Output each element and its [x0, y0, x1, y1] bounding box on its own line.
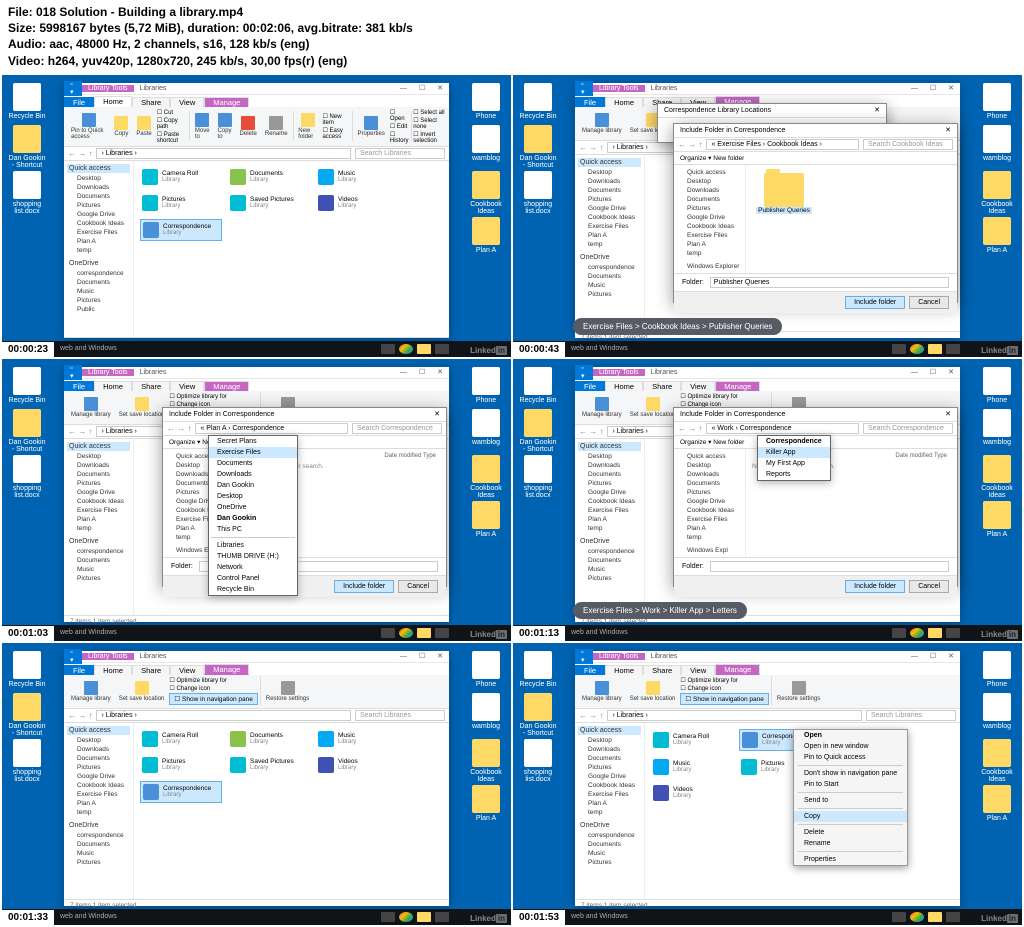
pin-button[interactable]: Pin to Quick access [68, 113, 109, 140]
tab-file[interactable]: File [64, 97, 94, 107]
max-button[interactable]: ☐ [413, 84, 431, 92]
close-icon[interactable]: ✕ [874, 106, 880, 114]
breadcrumb-dropdown[interactable]: CorrespondenceKiller App My First AppRep… [757, 435, 831, 481]
onedrive[interactable]: OneDrive [67, 259, 130, 268]
ribbon-tabs: File Home Share View Manage [64, 95, 449, 107]
path-tooltip: Exercise Files > Cookbook Ideas > Publis… [573, 318, 782, 335]
breadcrumb-dropdown[interactable]: Secret PlansExercise FilesDocuments Down… [208, 435, 298, 596]
quick-access[interactable]: Quick access [67, 164, 130, 173]
phone-icon[interactable]: Phone [467, 83, 505, 120]
paste-button[interactable]: Paste [133, 116, 154, 137]
close-icon[interactable]: ✕ [945, 126, 951, 134]
timestamp: 00:00:23 [2, 342, 54, 357]
frame-1: Recycle Bin Dan Gookin - Shortcut shoppi… [2, 75, 511, 357]
nav-sidebar: Quick access Desktop Downloads Documents… [64, 161, 134, 337]
sidebar-item[interactable]: Desktop [67, 174, 130, 183]
ribbon-home: Pin to Quick access Copy Paste CutCopy p… [64, 107, 449, 147]
context-menu[interactable]: OpenOpen in new windowPin to Quick acces… [793, 729, 908, 866]
file-info: File: 018 Solution - Building a library.… [0, 0, 1024, 73]
frame-5: Recycle Bin Dan Gookin - Shortcut shoppi… [2, 643, 511, 925]
include-folder-dialog: Include Folder in Correspondence✕ ← → ↑«… [673, 123, 958, 303]
min-button[interactable]: — [394, 85, 413, 92]
nav-back[interactable]: ← → ↑ [68, 149, 92, 158]
close-button[interactable]: ✕ [431, 84, 449, 92]
include-folder-button[interactable]: Include folder [845, 296, 905, 309]
content-pane[interactable]: Camera RollLibrary DocumentsLibrary Musi… [134, 161, 449, 337]
frame-6: Recycle Bin Dan Gookin - Shortcut shoppi… [513, 643, 1022, 925]
wamblog-icon[interactable]: wamblog [467, 125, 505, 162]
tab-home[interactable]: Home [94, 96, 132, 107]
search-input[interactable]: Search Libraries [355, 148, 445, 159]
plana-icon[interactable]: Plan A [467, 217, 505, 254]
frame-2: Recycle Bin Dan Gookin - Shortcut shoppi… [513, 75, 1022, 357]
doc-icon[interactable]: shopping list.docx [8, 171, 46, 215]
file-explorer: ▫ ▾ Library Tools Libraries — ☐ ✕ File H… [64, 83, 449, 338]
library-item[interactable]: Camera RollLibrary [140, 167, 222, 187]
shortcut-icon[interactable]: Dan Gookin - Shortcut [8, 125, 46, 169]
linkedin-watermark: Linkedin [470, 346, 507, 355]
delete-button[interactable]: Delete [237, 116, 260, 137]
title-bar: ▫ ▾ Library Tools Libraries — ☐ ✕ [64, 83, 449, 95]
frame-3: Recycle Bin Dan Gookin - Shortcut shoppi… [2, 359, 511, 641]
thumbnail-grid: Recycle Bin Dan Gookin - Shortcut shoppi… [0, 73, 1024, 927]
include-folder-dialog: Include Folder in Correspondence✕ ← → ↑«… [162, 407, 447, 587]
tab-share[interactable]: Share [132, 97, 170, 107]
folder-icon[interactable] [764, 173, 804, 207]
tab-view[interactable]: View [170, 97, 204, 107]
taskbar[interactable]: web and Windows [2, 341, 511, 357]
tab-manage[interactable]: Manage [204, 97, 249, 107]
copy-button[interactable]: Copy [111, 116, 131, 137]
frame-4: Recycle Bin Dan Gookin - Shortcut shoppi… [513, 359, 1022, 641]
path-tooltip: Exercise Files > Work > Killer App > Let… [573, 602, 747, 619]
recycle-bin-icon[interactable]: Recycle Bin [8, 83, 46, 120]
cancel-button[interactable]: Cancel [909, 296, 949, 309]
cookbook-icon[interactable]: Cookbook Ideas [467, 171, 505, 215]
folder-name-input[interactable] [710, 277, 949, 288]
library-correspondence[interactable]: CorrespondenceLibrary [140, 219, 222, 241]
breadcrumb[interactable]: › Libraries › [96, 148, 351, 159]
address-bar: ← → ↑ › Libraries › Search Libraries [64, 147, 449, 161]
copy-menu-item: Copy [794, 811, 907, 822]
